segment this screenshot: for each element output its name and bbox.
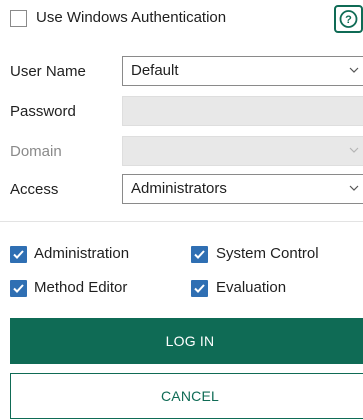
evaluation-label: Evaluation [216, 279, 287, 296]
user-name-value: Default [131, 62, 179, 79]
access-select[interactable]: Administrators [122, 174, 363, 204]
help-icon: ? [339, 10, 358, 28]
checkmark-icon [13, 284, 24, 293]
svg-text:?: ? [345, 14, 352, 26]
cancel-button-label: CANCEL [161, 388, 219, 404]
user-name-select[interactable]: Default [122, 56, 363, 86]
chevron-down-icon [349, 147, 359, 153]
login-button-label: LOG IN [165, 333, 215, 349]
method-editor-label: Method Editor [34, 279, 128, 296]
checkmark-icon [13, 250, 24, 259]
access-value: Administrators [131, 180, 227, 197]
use-windows-auth-checkbox[interactable] [10, 10, 27, 27]
divider [0, 221, 363, 222]
domain-select[interactable] [122, 136, 363, 166]
password-label: Password [10, 103, 76, 120]
user-name-label: User Name [10, 63, 86, 80]
domain-label: Domain [10, 143, 62, 160]
help-button[interactable]: ? [334, 5, 363, 33]
method-editor-checkbox[interactable] [10, 280, 27, 297]
checkmark-icon [194, 284, 205, 293]
password-field[interactable] [122, 96, 363, 126]
administration-label: Administration [34, 245, 130, 262]
system-control-checkbox[interactable] [191, 246, 208, 263]
login-button[interactable]: LOG IN [10, 318, 363, 364]
checkmark-icon [194, 250, 205, 259]
system-control-label: System Control [216, 245, 319, 262]
chevron-down-icon [349, 67, 359, 73]
evaluation-checkbox[interactable] [191, 280, 208, 297]
use-windows-auth-label: Use Windows Authentication [36, 9, 227, 26]
chevron-down-icon [349, 185, 359, 191]
administration-checkbox[interactable] [10, 246, 27, 263]
access-label: Access [10, 181, 59, 198]
cancel-button[interactable]: CANCEL [10, 373, 363, 419]
